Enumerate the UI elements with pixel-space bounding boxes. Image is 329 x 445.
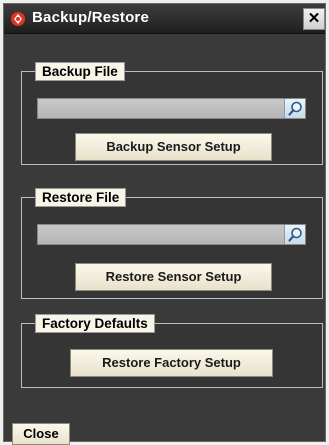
backup-restore-window: Backup/Restore ✕ Backup File Backup Sens… <box>3 3 326 445</box>
restore-browse-button[interactable] <box>284 225 305 244</box>
restore-file-field <box>37 224 306 245</box>
magnifier-icon <box>288 227 302 242</box>
magnifier-icon <box>288 101 302 116</box>
close-button[interactable]: Close <box>12 423 70 445</box>
app-logo-icon <box>11 12 25 26</box>
title-close-button[interactable]: ✕ <box>303 8 325 30</box>
backup-sensor-setup-button[interactable]: Backup Sensor Setup <box>75 133 272 161</box>
window-title: Backup/Restore <box>32 9 150 26</box>
factory-defaults-group: Factory Defaults Restore Factory Setup <box>21 314 323 388</box>
restore-file-legend: Restore File <box>35 188 127 207</box>
factory-defaults-legend: Factory Defaults <box>35 314 155 333</box>
backup-file-input[interactable] <box>38 99 284 118</box>
restore-factory-setup-button[interactable]: Restore Factory Setup <box>70 349 273 377</box>
backup-browse-button[interactable] <box>284 99 305 118</box>
restore-file-group: Restore File Restore Sensor Setup <box>21 188 323 299</box>
restore-file-input[interactable] <box>38 225 284 244</box>
restore-sensor-setup-button[interactable]: Restore Sensor Setup <box>75 263 272 291</box>
title-bar[interactable]: Backup/Restore ✕ <box>4 4 325 34</box>
backup-file-group: Backup File Backup Sensor Setup <box>21 62 323 165</box>
close-icon: ✕ <box>307 10 321 27</box>
backup-file-legend: Backup File <box>35 62 125 81</box>
backup-file-field <box>37 98 306 119</box>
